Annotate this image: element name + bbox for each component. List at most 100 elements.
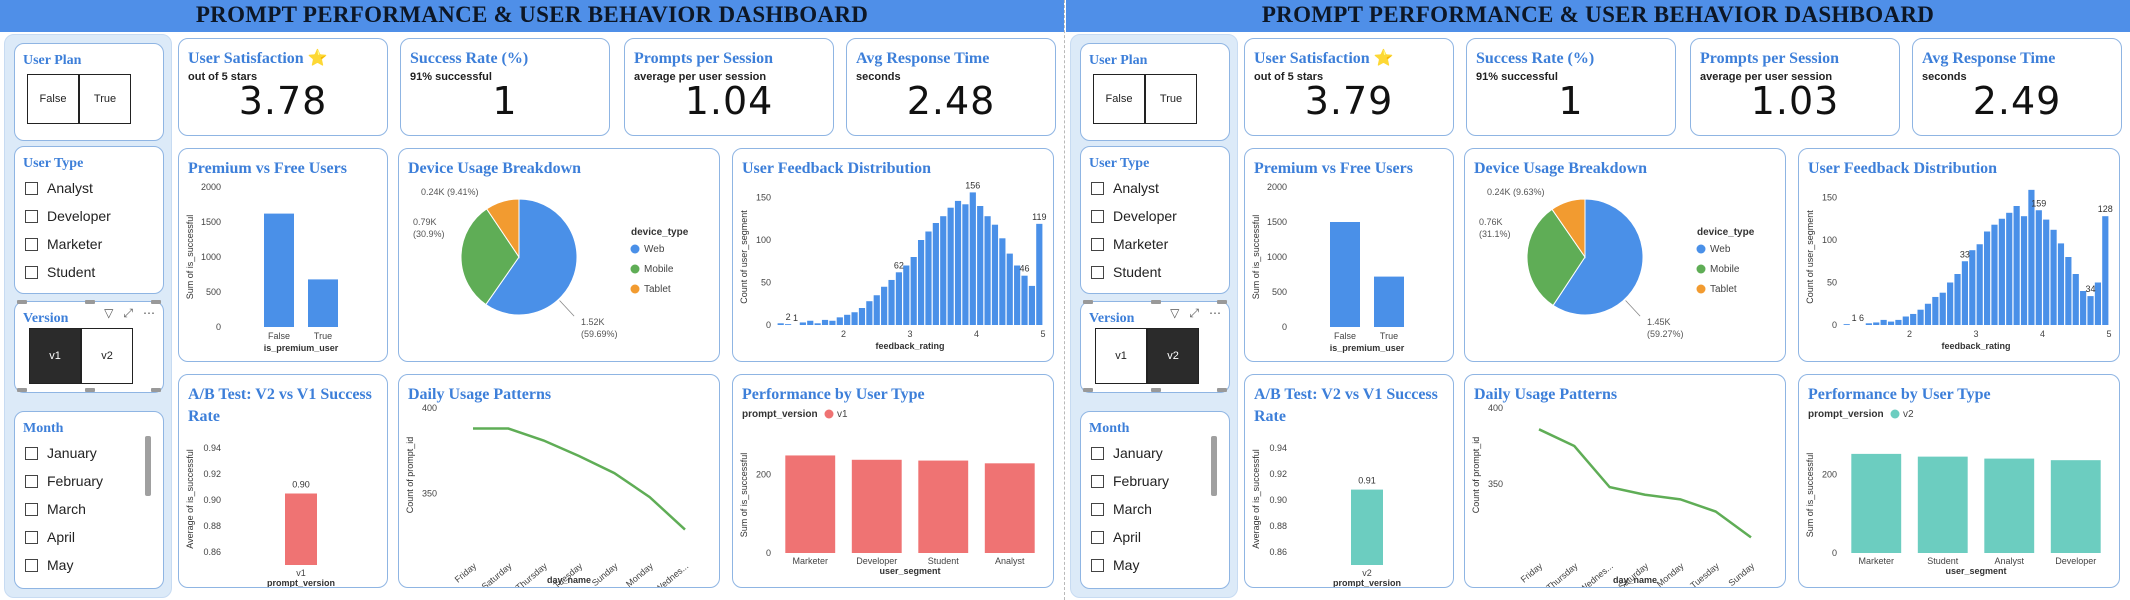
histogram-bar[interactable] — [2035, 210, 2042, 325]
histogram-bar[interactable] — [1961, 261, 1969, 325]
user-type-option-analyst[interactable]: Analyst — [25, 174, 163, 202]
month-option-may[interactable]: May — [25, 551, 163, 579]
month-option-february[interactable]: February — [1091, 467, 1229, 495]
histogram-bar[interactable] — [932, 223, 939, 325]
user-type-option-student[interactable]: Student — [25, 258, 163, 286]
histogram-bar[interactable] — [977, 206, 984, 325]
histogram-bar[interactable] — [866, 301, 873, 325]
histogram-bar[interactable] — [917, 240, 925, 325]
histogram-bar[interactable] — [991, 224, 999, 325]
bar[interactable] — [785, 455, 836, 553]
histogram-bar[interactable] — [954, 200, 962, 325]
checkbox[interactable] — [1091, 446, 1104, 460]
histogram-bar[interactable] — [858, 308, 866, 325]
histogram-bar[interactable] — [1843, 324, 1850, 325]
histogram-bar[interactable] — [873, 295, 880, 325]
histogram-bar[interactable] — [2065, 257, 2072, 325]
histogram-bar[interactable] — [2043, 219, 2050, 325]
histogram-bar[interactable] — [1880, 319, 1887, 325]
histogram-bar[interactable] — [1865, 323, 1872, 325]
checkbox[interactable] — [25, 530, 38, 544]
histogram-bar[interactable] — [1036, 223, 1043, 325]
histogram-bar[interactable] — [962, 204, 969, 325]
month-option-february[interactable]: February — [25, 467, 163, 495]
checkbox[interactable] — [1091, 474, 1104, 488]
checkbox[interactable] — [25, 446, 38, 460]
resize-handle[interactable] — [85, 300, 95, 304]
histogram-bar[interactable] — [1910, 313, 1917, 325]
histogram-bar[interactable] — [851, 312, 858, 325]
month-scrollbar[interactable] — [1211, 436, 1217, 496]
month-option-april[interactable]: April — [1091, 523, 1229, 551]
histogram-bar[interactable] — [1006, 253, 1013, 325]
checkbox[interactable] — [1091, 502, 1104, 516]
histogram-bar[interactable] — [1998, 218, 2005, 325]
version-option-v2[interactable]: v2 — [81, 328, 133, 384]
histogram-bar[interactable] — [881, 286, 888, 325]
histogram-bar[interactable] — [969, 192, 976, 325]
histogram-bar[interactable] — [2094, 282, 2102, 326]
resize-handle[interactable] — [1217, 300, 1227, 304]
version-option-v1[interactable]: v1 — [1095, 328, 1147, 384]
histogram-bar[interactable] — [1932, 296, 1939, 325]
histogram-bar[interactable] — [784, 324, 792, 325]
histogram-bar[interactable] — [2028, 189, 2035, 325]
histogram-bar[interactable] — [807, 320, 814, 325]
month-option-january[interactable]: January — [1091, 439, 1229, 467]
histogram-bar[interactable] — [1969, 250, 1976, 325]
histogram-bar[interactable] — [2102, 216, 2109, 325]
histogram-bar[interactable] — [1924, 303, 1932, 325]
version-option-v1[interactable]: v1 — [29, 328, 81, 384]
histogram-bar[interactable] — [895, 272, 903, 325]
histogram-bar[interactable] — [2006, 212, 2013, 325]
month-option-april[interactable]: April — [25, 523, 163, 551]
resize-handle[interactable] — [85, 388, 95, 392]
bar[interactable] — [285, 493, 317, 566]
checkbox[interactable] — [25, 209, 38, 223]
histogram-bar[interactable] — [947, 207, 954, 325]
bar[interactable] — [1330, 222, 1360, 327]
focus-mode-icon[interactable]: ⤢ — [123, 306, 133, 321]
resize-handle[interactable] — [1083, 300, 1093, 304]
histogram-bar[interactable] — [1014, 265, 1021, 326]
histogram-bar[interactable] — [1939, 292, 1946, 325]
filter-icon[interactable]: ▽ — [1170, 306, 1179, 321]
checkbox[interactable] — [1091, 530, 1104, 544]
checkbox[interactable] — [25, 265, 38, 279]
bar[interactable] — [264, 213, 294, 327]
bar[interactable] — [984, 463, 1035, 553]
histogram-bar[interactable] — [2050, 229, 2057, 325]
checkbox[interactable] — [25, 237, 38, 251]
bar[interactable] — [1374, 276, 1404, 327]
histogram-bar[interactable] — [1873, 322, 1880, 325]
user-type-option-developer[interactable]: Developer — [25, 202, 163, 230]
histogram-bar[interactable] — [925, 231, 932, 326]
histogram-bar[interactable] — [903, 265, 910, 326]
user-plan-option-false[interactable]: False — [1093, 74, 1145, 124]
histogram-bar[interactable] — [1902, 316, 1909, 326]
histogram-bar[interactable] — [777, 323, 784, 325]
histogram-bar[interactable] — [1028, 285, 1036, 325]
bar[interactable] — [1917, 456, 1968, 553]
histogram-bar[interactable] — [2057, 243, 2065, 325]
checkbox[interactable] — [1091, 237, 1104, 251]
month-scrollbar[interactable] — [145, 436, 151, 496]
line-series[interactable] — [473, 427, 686, 531]
checkbox[interactable] — [25, 181, 38, 195]
month-option-march[interactable]: March — [25, 495, 163, 523]
histogram-bar[interactable] — [2013, 206, 2020, 325]
bar[interactable] — [1851, 453, 1902, 553]
checkbox[interactable] — [1091, 558, 1104, 572]
month-option-may[interactable]: May — [1091, 551, 1229, 579]
histogram-bar[interactable] — [1983, 231, 1991, 326]
histogram-bar[interactable] — [2080, 291, 2087, 325]
histogram-bar[interactable] — [1976, 244, 1983, 325]
histogram-bar[interactable] — [1895, 319, 1902, 325]
histogram-bar[interactable] — [984, 216, 991, 325]
user-plan-option-true[interactable]: True — [79, 74, 131, 124]
checkbox[interactable] — [1091, 181, 1104, 195]
user-type-option-marketer[interactable]: Marketer — [25, 230, 163, 258]
histogram-bar[interactable] — [1947, 282, 1954, 326]
resize-handle[interactable] — [1083, 388, 1093, 392]
histogram-bar[interactable] — [844, 314, 851, 325]
